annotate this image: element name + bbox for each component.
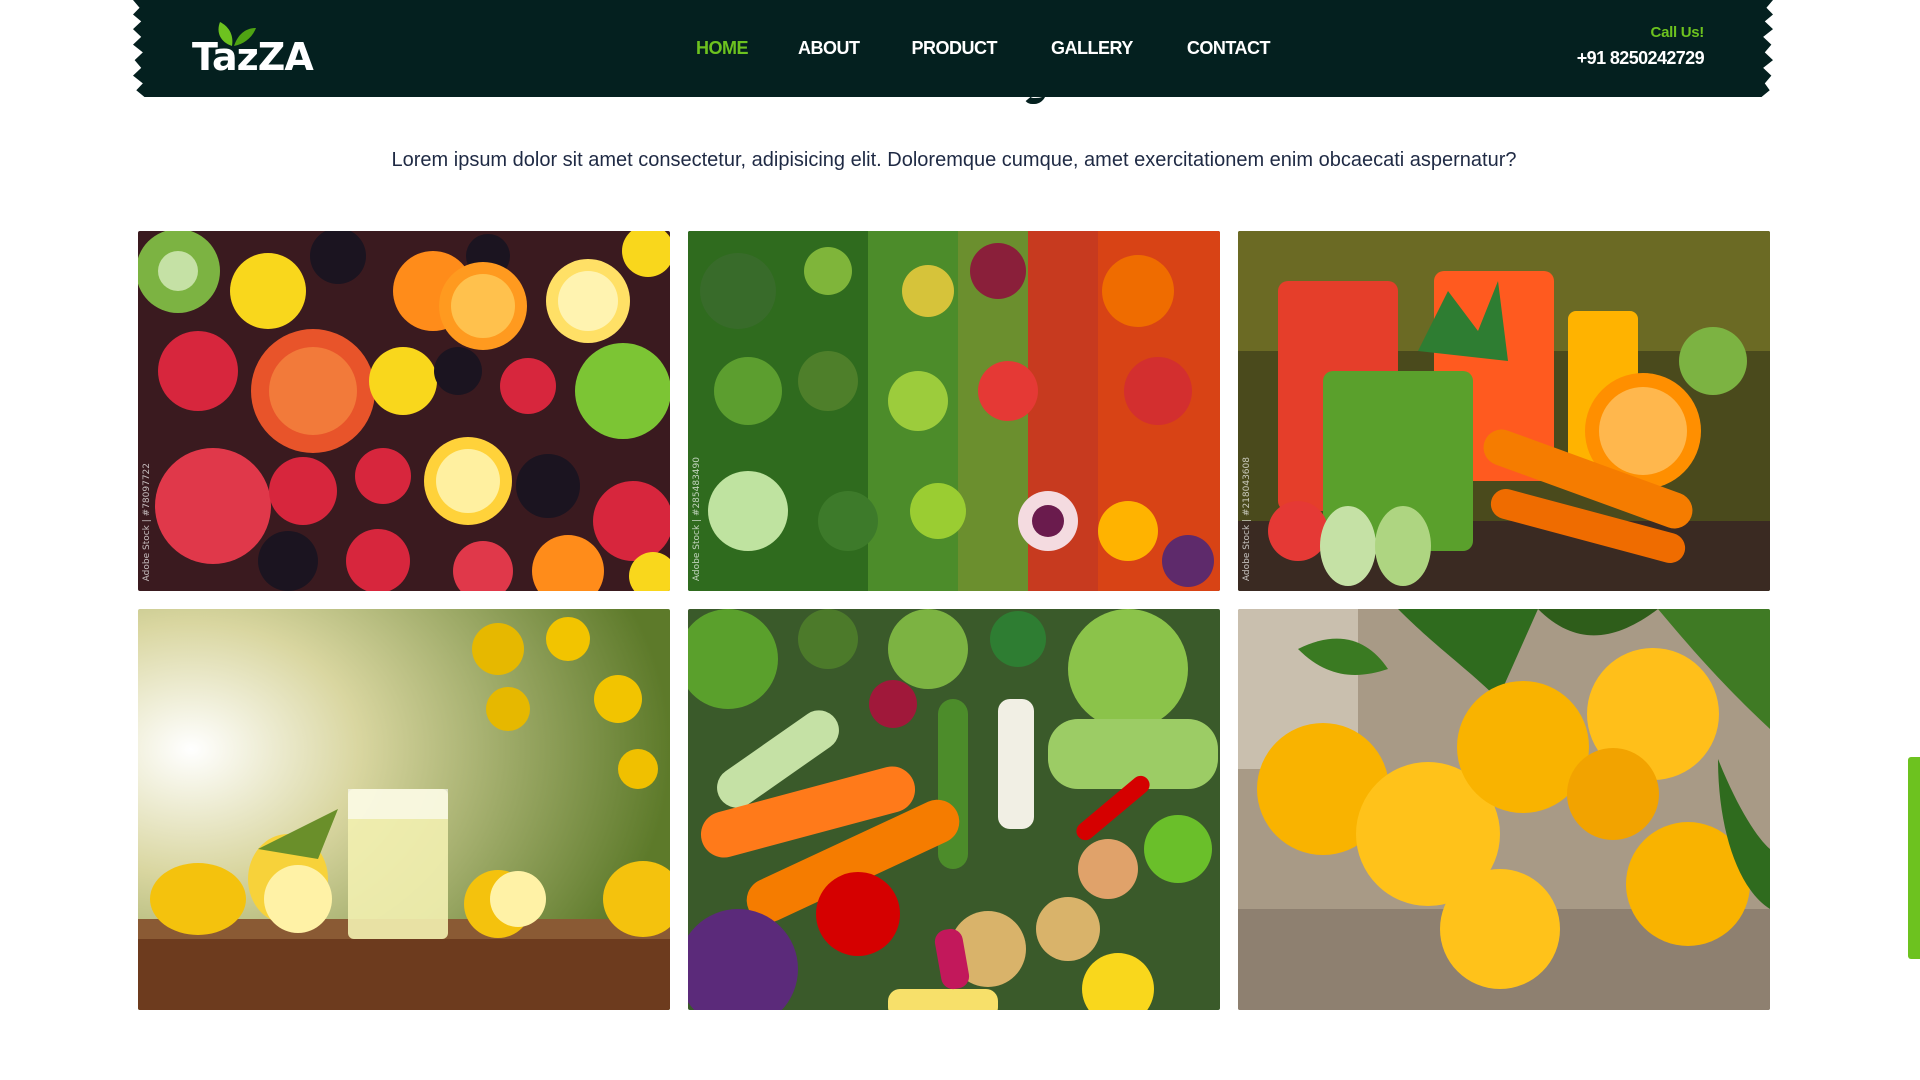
fruit-mix-image [138, 231, 670, 591]
nav-gallery[interactable]: GALLERY [1051, 36, 1133, 60]
section-heading-fragment [1022, 84, 1048, 104]
juices-image [1238, 231, 1770, 591]
gallery-image-fresh-vegetables[interactable] [688, 609, 1220, 1010]
call-us-label: Call Us! [1650, 24, 1705, 41]
call-us-block[interactable]: Call Us! +91 8250242729 [1577, 22, 1705, 72]
gallery-image-fruit-mix[interactable]: Adobe Stock | #78097722 [138, 231, 670, 591]
gallery-image-oranges-tree[interactable] [1238, 609, 1770, 1010]
gallery-image-juices[interactable]: Adobe Stock | #218043608 [1238, 231, 1770, 591]
phone-number[interactable]: +91 8250242729 [1577, 44, 1705, 72]
lemon-juice-image [138, 609, 670, 1010]
side-scroll-tab[interactable] [1908, 757, 1920, 959]
image-watermark: Adobe Stock | #285483490 [692, 456, 702, 581]
gallery-image-lemon-juice[interactable] [138, 609, 670, 1010]
oranges-tree-image [1238, 609, 1770, 1010]
image-watermark: Adobe Stock | #218043608 [1242, 456, 1252, 581]
gallery-intro-text: Lorem ipsum dolor sit amet consectetur, … [391, 149, 1517, 171]
site-logo[interactable]: TazZA [192, 20, 314, 80]
main-nav: HOME ABOUT PRODUCT GALLERY CONTACT [680, 36, 1271, 60]
gallery-image-vegetable-colors[interactable]: Adobe Stock | #285483490 [688, 231, 1220, 591]
leaf-icon [218, 22, 256, 46]
image-watermark: Adobe Stock | #78097722 [142, 462, 152, 581]
fresh-vegetables-image [688, 609, 1220, 1010]
nav-about[interactable]: ABOUT [798, 36, 860, 60]
nav-contact[interactable]: CONTACT [1187, 36, 1271, 60]
nav-product[interactable]: PRODUCT [912, 36, 998, 60]
nav-home[interactable]: HOME [696, 36, 749, 60]
vegetable-colors-image [688, 231, 1220, 591]
